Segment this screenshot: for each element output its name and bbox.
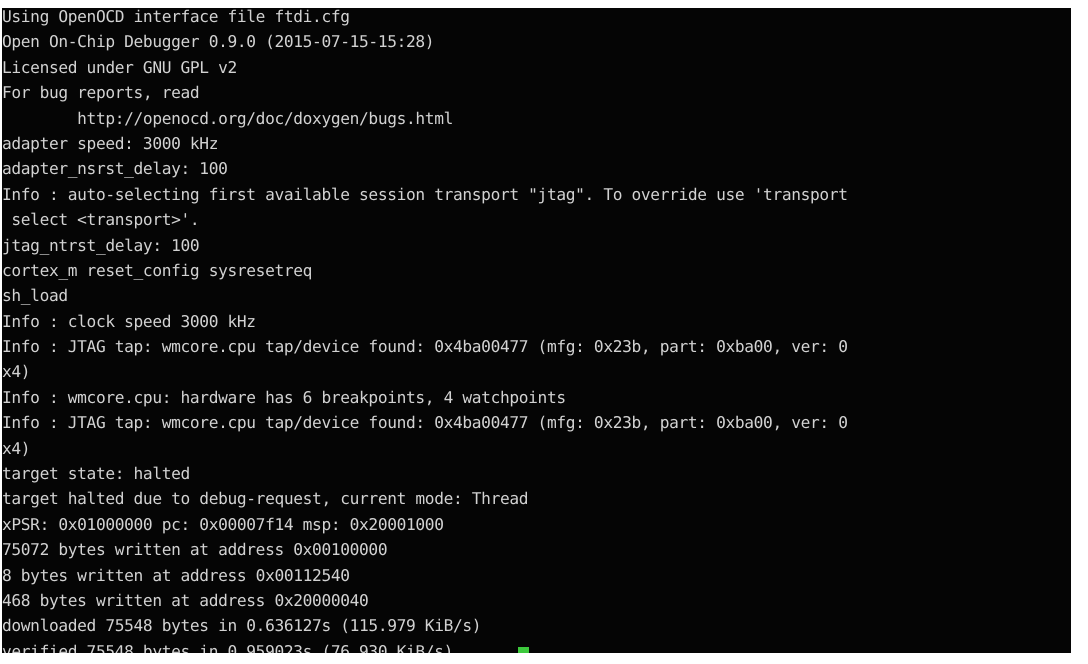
- console-line: Info : auto-selecting first available se…: [2, 184, 848, 204]
- terminal-window[interactable]: Using OpenOCD interface file ftdi.cfg Ope…: [2, 8, 1071, 653]
- console-line: adapter_nsrst_delay: 100: [2, 159, 228, 179]
- console-line: For bug reports, read: [2, 83, 200, 103]
- console-line: Using OpenOCD interface file ftdi.cfg: [2, 8, 350, 26]
- console-line: Info : wmcore.cpu: hardware has 6 breakp…: [2, 387, 566, 407]
- console-line: 468 bytes written at address 0x20000040: [2, 590, 369, 610]
- console-line: 75072 bytes written at address 0x0010000…: [2, 540, 388, 560]
- terminal-cursor: [518, 647, 529, 653]
- console-line: verified 75548 bytes in 0.959023s (76.93…: [2, 641, 453, 653]
- console-line: Info : JTAG tap: wmcore.cpu tap/device f…: [2, 413, 848, 433]
- console-line: http://openocd.org/doc/doxygen/bugs.html: [2, 108, 453, 128]
- console-line: target halted due to debug-request, curr…: [2, 489, 529, 509]
- console-line: Info : JTAG tap: wmcore.cpu tap/device f…: [2, 337, 848, 357]
- console-line: Licensed under GNU GPL v2: [2, 57, 237, 77]
- screenshot-root: Using OpenOCD interface file ftdi.cfg Ope…: [0, 0, 1088, 664]
- console-line: jtag_ntrst_delay: 100: [2, 235, 200, 255]
- console-line: downloaded 75548 bytes in 0.636127s (115…: [2, 616, 482, 636]
- console-line: Info : clock speed 3000 kHz: [2, 311, 256, 331]
- console-line: sh_load: [2, 286, 68, 306]
- console-line: x4): [2, 438, 31, 458]
- console-line: adapter speed: 3000 kHz: [2, 133, 219, 153]
- console-line: select <transport>'.: [2, 210, 200, 230]
- console-line: Open On-Chip Debugger 0.9.0 (2015-07-15-…: [2, 32, 435, 52]
- console-output: Using OpenOCD interface file ftdi.cfg Ope…: [2, 8, 1071, 653]
- console-line: 8 bytes written at address 0x00112540: [2, 565, 350, 585]
- console-line: xPSR: 0x01000000 pc: 0x00007f14 msp: 0x2…: [2, 514, 444, 534]
- console-line: cortex_m reset_config sysresetreq: [2, 260, 313, 280]
- console-line: target state: halted: [2, 464, 190, 484]
- console-line: x4): [2, 362, 31, 382]
